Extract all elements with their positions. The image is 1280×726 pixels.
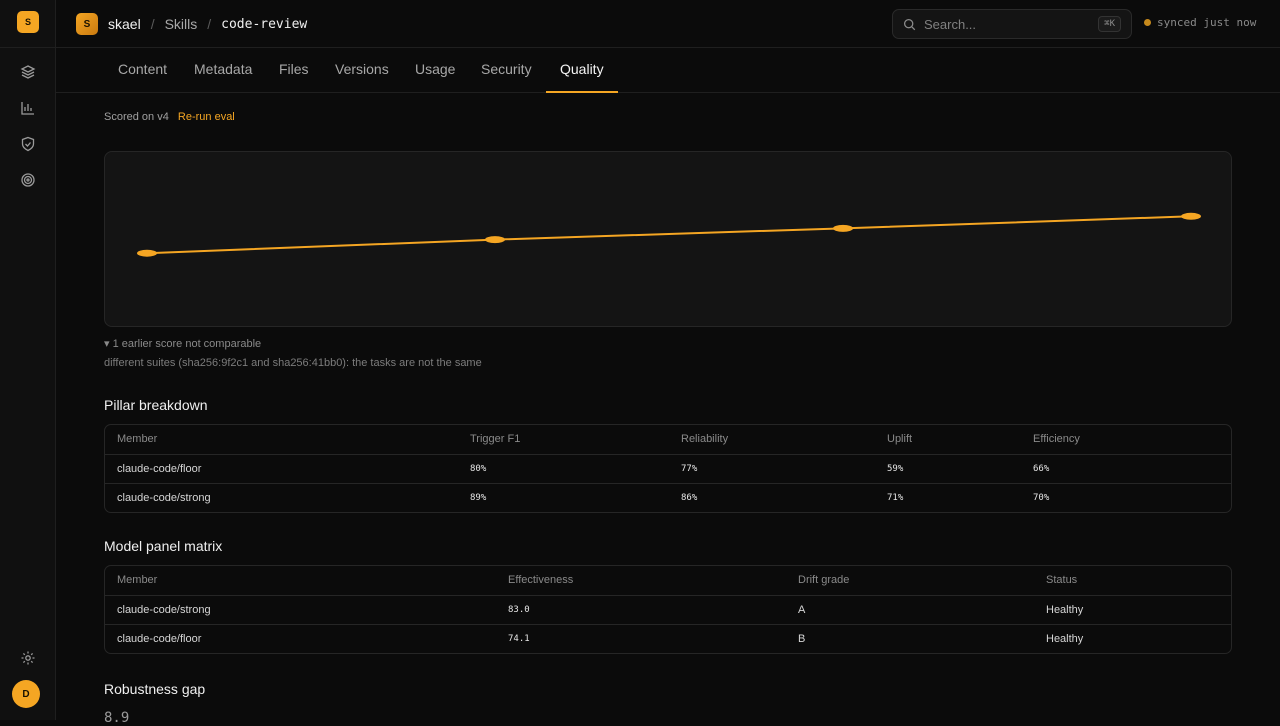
drift-grade-cell: A xyxy=(798,604,806,616)
column-header: Efficiency xyxy=(1033,433,1080,445)
layers-icon[interactable] xyxy=(18,62,38,82)
column-header: Status xyxy=(1046,574,1078,586)
comparability-detail: different suites (sha256:9f2c1 and sha25… xyxy=(104,357,482,369)
tab-content[interactable]: Content xyxy=(104,48,181,93)
score-line-chart xyxy=(137,212,1201,257)
comparability-toggle[interactable]: ▾ 1 earlier score not comparable xyxy=(104,337,261,350)
app-logo[interactable]: S xyxy=(17,11,39,33)
search-input[interactable]: Search... ⌘K xyxy=(892,9,1132,39)
breadcrumb-section[interactable]: Skills xyxy=(165,16,198,32)
member-cell: claude-code/strong xyxy=(117,492,211,504)
table-row: claude-code/floor 74.1 B Healthy xyxy=(105,624,1231,653)
tab-files[interactable]: Files xyxy=(265,48,323,93)
pillar-title: Pillar breakdown xyxy=(104,397,208,413)
column-header: Uplift xyxy=(887,433,913,445)
breadcrumb-current: code-review xyxy=(221,16,308,32)
score-point-2[interactable] xyxy=(485,236,505,244)
column-header: Effectiveness xyxy=(508,574,574,586)
pillar-table: Member Trigger F1 Reliability Uplift Eff… xyxy=(104,424,1232,513)
sync-status-text: synced just now xyxy=(1157,16,1257,29)
target-icon[interactable] xyxy=(18,170,38,190)
member-cell: claude-code/strong xyxy=(117,604,211,616)
tab-usage[interactable]: Usage xyxy=(401,48,469,93)
gear-icon[interactable] xyxy=(18,648,38,668)
column-header: Trigger F1 xyxy=(470,433,521,445)
reliability-cell: 86% xyxy=(681,493,698,503)
reliability-cell: 77% xyxy=(681,464,698,474)
tab-bar: Content Metadata Files Versions Usage Se… xyxy=(56,48,1280,93)
scored-version: Scored on v4 xyxy=(104,111,169,123)
tab-security[interactable]: Security xyxy=(467,48,546,93)
table-header-row: Member Effectiveness Drift grade Status xyxy=(105,566,1231,595)
rail-divider xyxy=(0,47,56,48)
efficiency-cell: 70% xyxy=(1033,493,1050,503)
search-shortcut: ⌘K xyxy=(1098,16,1121,32)
matrix-title: Model panel matrix xyxy=(104,538,223,554)
tab-versions[interactable]: Versions xyxy=(321,48,403,93)
member-cell: claude-code/floor xyxy=(117,633,202,645)
efficiency-cell: 66% xyxy=(1033,464,1050,474)
breadcrumb: S skael / Skills / code-review xyxy=(76,13,307,35)
drift-grade-cell: B xyxy=(798,633,806,645)
effectiveness-cell: 83.0 xyxy=(508,605,530,615)
breadcrumb-separator: / xyxy=(150,16,155,32)
score-series-line xyxy=(146,215,1192,255)
table-row: claude-code/strong 89% 86% 71% 70% xyxy=(105,483,1231,512)
matrix-table: Member Effectiveness Drift grade Status … xyxy=(104,565,1232,654)
uplift-cell: 59% xyxy=(887,464,904,474)
score-chart xyxy=(104,151,1232,327)
breadcrumb-org[interactable]: skael xyxy=(108,16,141,32)
column-header: Member xyxy=(117,433,158,445)
column-header: Member xyxy=(117,574,158,586)
score-point-4[interactable] xyxy=(1181,212,1201,220)
left-rail: S D xyxy=(0,0,56,720)
column-header: Reliability xyxy=(681,433,729,445)
table-row: claude-code/strong 83.0 A Healthy xyxy=(105,595,1231,624)
shield-check-icon[interactable] xyxy=(18,134,38,154)
table-row: claude-code/floor 80% 77% 59% 66% xyxy=(105,454,1231,483)
bar-chart-icon[interactable] xyxy=(18,98,38,118)
member-cell: claude-code/floor xyxy=(117,463,202,475)
search-placeholder: Search... xyxy=(924,16,977,32)
table-header-row: Member Trigger F1 Reliability Uplift Eff… xyxy=(105,425,1231,454)
org-badge: S xyxy=(76,13,98,35)
robustness-title: Robustness gap xyxy=(104,681,206,697)
user-avatar[interactable]: D xyxy=(12,680,40,708)
search-icon xyxy=(903,18,916,30)
tab-quality[interactable]: Quality xyxy=(546,48,618,93)
top-bar: S skael / Skills / code-review Search...… xyxy=(56,0,1280,48)
sync-status: synced just now xyxy=(1144,16,1256,29)
robustness-value: 8.9 xyxy=(104,710,130,726)
rerun-eval-button[interactable]: Re-run eval xyxy=(178,111,235,123)
tab-metadata[interactable]: Metadata xyxy=(180,48,266,93)
sync-dot-icon xyxy=(1144,19,1151,26)
uplift-cell: 71% xyxy=(887,493,904,503)
score-point-1[interactable] xyxy=(137,249,157,257)
trigger-f1-cell: 89% xyxy=(470,493,487,503)
status-cell: Healthy xyxy=(1046,633,1084,645)
status-cell: Healthy xyxy=(1046,604,1084,616)
score-point-3[interactable] xyxy=(833,224,853,232)
trigger-f1-cell: 80% xyxy=(470,464,487,474)
breadcrumb-separator: / xyxy=(207,16,212,32)
scored-line: Scored on v4 Re-run eval xyxy=(104,111,235,123)
column-header: Drift grade xyxy=(798,574,850,586)
effectiveness-cell: 74.1 xyxy=(508,634,530,644)
